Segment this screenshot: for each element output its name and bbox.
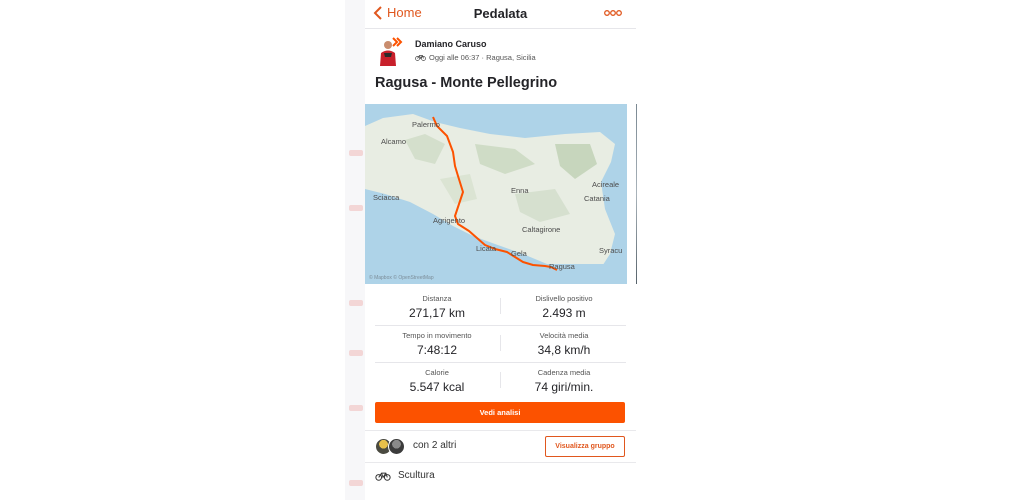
more-options-icon[interactable] — [604, 9, 622, 17]
stat-label: Calorie — [425, 368, 449, 377]
page-title: Pedalata — [473, 6, 528, 21]
navigation-bar: Home Pedalata — [365, 0, 636, 29]
map-label: Syracu — [599, 246, 623, 255]
stat-value: 74 giri/min. — [534, 380, 594, 394]
group-text: con 2 altri — [413, 440, 457, 451]
map-label: Enna — [511, 186, 529, 195]
background-app-strip — [345, 0, 365, 500]
stat-row-divider — [375, 362, 626, 363]
stat-value: 5.547 kcal — [409, 380, 465, 394]
stat-value: 7:48:12 — [416, 343, 458, 357]
gear-name: Scultura — [398, 470, 435, 481]
divider — [365, 462, 636, 463]
map-label: Acireale — [592, 180, 620, 189]
activity-meta: Oggi alle 06:37 · Ragusa, Sicilia — [415, 53, 536, 62]
stat-divider — [500, 372, 501, 388]
stat-label: Tempo in movimento — [402, 331, 472, 340]
stat-moving-time: Tempo in movimento 7:48:12 — [377, 331, 497, 357]
map-label: Alcamo — [381, 137, 407, 146]
map-attribution: © Mapbox © OpenStreetMap — [369, 275, 434, 281]
stat-avg-speed: Velocità media 34,8 km/h — [504, 331, 624, 357]
avatar[interactable] — [375, 36, 403, 66]
map-label: Caltagirone — [522, 225, 561, 234]
map-label: Ragusa — [549, 262, 575, 271]
map-label: Sciacca — [373, 193, 400, 202]
stat-row-divider — [375, 325, 626, 326]
route-map[interactable]: Palermo Alcamo Sciacca Agrigento Enna Ac… — [365, 104, 627, 284]
gear-row[interactable]: Scultura — [375, 470, 435, 481]
group-avatar[interactable] — [388, 438, 405, 455]
stat-label: Velocità media — [539, 331, 589, 340]
stat-cadence: Cadenza media 74 giri/min. — [504, 368, 624, 394]
stat-value: 34,8 km/h — [537, 343, 591, 357]
divider — [365, 430, 636, 431]
map-label: Catania — [584, 194, 610, 203]
stat-divider — [500, 298, 501, 314]
stat-divider — [500, 335, 501, 351]
athlete-header[interactable]: Damiano Caruso Oggi alle 06:37 · Ragusa,… — [375, 36, 625, 68]
activity-meta-text: Oggi alle 06:37 · Ragusa, Sicilia — [429, 53, 536, 62]
stat-label: Cadenza media — [537, 368, 591, 377]
activity-screen: Home Pedalata Damiano Caruso Oggi alle 0… — [365, 0, 636, 500]
athlete-name[interactable]: Damiano Caruso — [415, 39, 487, 49]
activity-title: Ragusa - Monte Pellegrino — [375, 75, 558, 91]
stat-calories: Calorie 5.547 kcal — [377, 368, 497, 394]
stat-elevation: Dislivello positivo 2.493 m — [504, 294, 624, 320]
map-label: Agrigento — [433, 216, 466, 225]
map-label: Licata — [476, 244, 497, 253]
bike-icon — [375, 472, 391, 481]
view-group-button[interactable]: Visualizza gruppo — [545, 436, 625, 457]
bike-icon — [415, 55, 426, 61]
stat-label: Dislivello positivo — [535, 294, 593, 303]
stat-label: Distanza — [422, 294, 452, 303]
group-row: con 2 altri Visualizza gruppo — [375, 434, 625, 458]
stat-distance: Distanza 271,17 km — [377, 294, 497, 320]
stat-value: 2.493 m — [542, 306, 586, 320]
view-analysis-button[interactable]: Vedi analisi — [375, 402, 625, 423]
map-label: Palermo — [412, 120, 440, 129]
stat-value: 271,17 km — [408, 306, 466, 320]
map-label: Gela — [511, 249, 527, 258]
